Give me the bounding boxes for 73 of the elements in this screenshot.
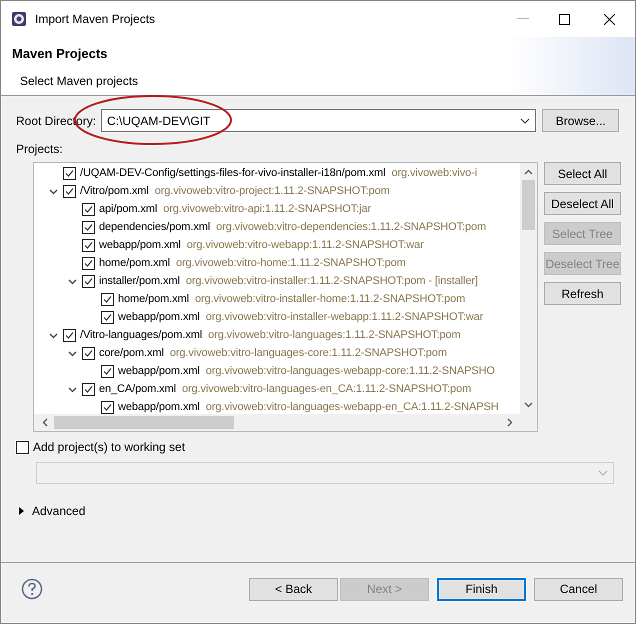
checkbox[interactable] [63, 184, 76, 198]
root-directory-combo[interactable]: C:\UQAM-DEV\GIT [101, 109, 536, 132]
project-path: /Vitro-languages/pom.xml [80, 328, 202, 343]
artifact-id: org.vivoweb:vitro-dependencies:1.11.2-SNAPSHOT:pom [216, 220, 486, 235]
artifact-id: org.vivoweb:vitro-languages-en_CA:1.11.2-SNAPSHOT:pom [182, 382, 472, 397]
project-path: home/pom.xml [99, 256, 170, 271]
checkbox[interactable] [101, 310, 114, 324]
chevron-down-icon[interactable] [68, 276, 77, 286]
triangle-right-icon[interactable] [19, 507, 25, 515]
scrollbar-thumb[interactable] [54, 416, 234, 429]
checkbox[interactable] [16, 440, 29, 454]
checkbox[interactable] [82, 346, 95, 360]
project-path: core/pom.xml [99, 346, 164, 361]
section-label: Projects: [16, 141, 64, 158]
artifact-id: org.vivoweb:vitro-webapp:1.11.2-SNAPSHOT:war [186, 238, 424, 253]
page-description: Select Maven projects [20, 72, 140, 90]
section-toggle[interactable]: Advanced [32, 502, 86, 520]
checkbox[interactable] [82, 256, 95, 270]
artifact-id: org.vivoweb:vitro-project:1.11.2-SNAPSHOT:pom [154, 184, 390, 199]
artifact-id: org.vivoweb:vitro-languages:1.11.2-SNAPSHOT:pom [208, 328, 461, 343]
project-path: api/pom.xml [99, 202, 158, 217]
scrollbar-thumb[interactable] [522, 180, 535, 230]
artifact-id: org.vivoweb:vitro-installer-home:1.11.2-SNAPSHOT:pom [194, 292, 466, 307]
project-tree[interactable] [33, 162, 538, 432]
checkbox[interactable] [82, 238, 95, 252]
checkbox[interactable] [82, 202, 95, 216]
checkbox[interactable] [101, 292, 114, 306]
project-path: home/pom.xml [118, 292, 189, 307]
dialog-button[interactable]: Finish [437, 578, 526, 600]
chevron-down-icon[interactable] [68, 348, 77, 358]
artifact-id: org.vivoweb:vitro-installer:1.11.2-SNAPSHOT:pom - [installer] [186, 274, 478, 289]
project-path: webapp/pom.xml [118, 310, 200, 325]
checkbox[interactable] [63, 328, 76, 342]
window-title: Import Maven Projects [35, 11, 156, 28]
horizontal-scrollbar[interactable] [34, 414, 537, 431]
checkbox[interactable] [63, 166, 76, 180]
checkbox[interactable] [82, 382, 95, 396]
chevron-down-icon[interactable] [68, 384, 77, 394]
page-title: Maven Projects [12, 45, 108, 63]
artifact-id: org.vivoweb:vitro-languages-webapp-core:1.11.2-SNAPSHO [206, 364, 495, 379]
chevron-down-icon[interactable] [49, 330, 58, 340]
artifact-id: org.vivoweb:vitro-installer-webapp:1.11.2-SNAPSHOT:war [206, 310, 484, 325]
browse-button[interactable]: Browse... [542, 109, 619, 132]
dialog-button[interactable]: Cancel [534, 578, 623, 600]
checkbox[interactable] [101, 400, 114, 414]
dropdown-icon[interactable] [520, 118, 530, 124]
project-path: dependencies/pom.xml [99, 220, 210, 235]
dialog-button[interactable]: < Back [249, 578, 338, 600]
dialog-button[interactable]: Refresh [544, 282, 621, 305]
checkbox-label: Add project(s) to working set [33, 439, 186, 456]
checkbox[interactable] [101, 364, 114, 378]
close-icon[interactable] [604, 14, 615, 24]
project-path: webapp/pom.xml [118, 400, 200, 414]
maximize-icon[interactable] [559, 14, 570, 24]
project-path: /UQAM-DEV-Config/settings-files-for-vivo-installer-i18n/pom.xml [80, 166, 386, 181]
project-path: webapp/pom.xml [99, 238, 181, 253]
checkbox[interactable] [82, 220, 95, 234]
dialog-button[interactable]: Deselect All [544, 192, 621, 215]
chevron-down-icon[interactable] [49, 186, 58, 196]
artifact-id: org.vivoweb:vitro-api:1.11.2-SNAPSHOT:jar [163, 202, 372, 217]
vertical-scrollbar[interactable] [520, 163, 537, 414]
artifact-id: org.vivoweb:vitro-languages-webapp-en_CA:1.11.2-SNAPSH [206, 400, 499, 414]
artifact-id: org.vivoweb:vivo-i [391, 166, 478, 181]
project-path: installer/pom.xml [99, 274, 180, 289]
help-icon[interactable] [21, 578, 43, 600]
project-path: en_CA/pom.xml [99, 382, 176, 397]
checkbox[interactable] [82, 274, 95, 288]
project-path: webapp/pom.xml [118, 364, 200, 379]
artifact-id: org.vivoweb:vitro-home:1.11.2-SNAPSHOT:pom [176, 256, 406, 271]
artifact-id: org.vivoweb:vitro-languages-core:1.11.2-SNAPSHOT:pom [170, 346, 447, 361]
app-icon [11, 11, 27, 27]
project-path: /Vitro/pom.xml [80, 184, 149, 199]
dialog-button[interactable]: Select All [544, 162, 621, 185]
